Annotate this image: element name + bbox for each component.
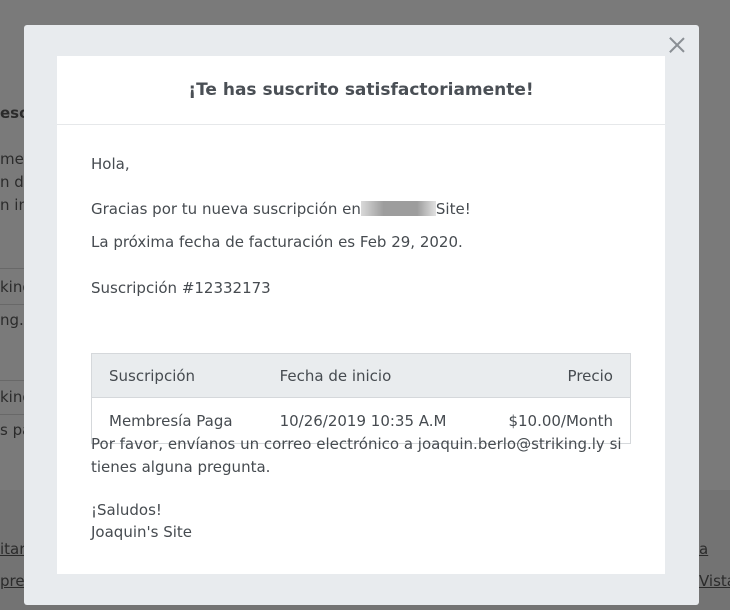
signature-text: Joaquin's Site xyxy=(91,523,193,541)
contact-text-line2: tienes alguna pregunta. xyxy=(91,458,271,476)
confirmation-card: ¡Te has suscrito satisfactoriamente! Hol… xyxy=(57,56,665,574)
background-link: Vista xyxy=(699,572,730,590)
column-header-start-date: Fecha de inicio xyxy=(262,353,480,398)
background-divider xyxy=(0,414,24,415)
background-divider xyxy=(0,380,24,381)
modal-title: ¡Te has suscrito satisfactoriamente! xyxy=(188,80,534,100)
contact-text-line1: Por favor, envíanos un correo electrónic… xyxy=(91,435,622,453)
subscription-id-text: Suscripción #12332173 xyxy=(91,279,271,297)
thanks-prefix: Gracias por tu nueva suscripción en xyxy=(91,200,361,218)
subscription-table: Suscripción Fecha de inicio Precio Membr… xyxy=(91,353,631,444)
column-header-subscription: Suscripción xyxy=(91,353,263,398)
thanks-suffix: Site! xyxy=(435,200,471,218)
background-divider xyxy=(0,268,24,269)
table-header-row: Suscripción Fecha de inicio Precio xyxy=(91,353,631,398)
thanks-text: Gracias por tu nueva suscripción en Site! xyxy=(91,200,471,218)
subscription-success-modal: ¡Te has suscrito satisfactoriamente! Hol… xyxy=(24,25,699,605)
billing-date-text: La próxima fecha de facturación es Feb 2… xyxy=(91,233,463,251)
redacted-site-name xyxy=(360,201,436,216)
background-link: itar xyxy=(0,540,26,558)
background-divider xyxy=(0,304,24,305)
card-header: ¡Te has suscrito satisfactoriamente! xyxy=(57,56,665,125)
background-link: a xyxy=(699,540,709,558)
column-header-price: Precio xyxy=(480,353,631,398)
close-icon[interactable] xyxy=(669,37,685,53)
signoff-text: ¡Saludos! xyxy=(91,501,162,519)
greeting-text: Hola, xyxy=(91,155,130,173)
